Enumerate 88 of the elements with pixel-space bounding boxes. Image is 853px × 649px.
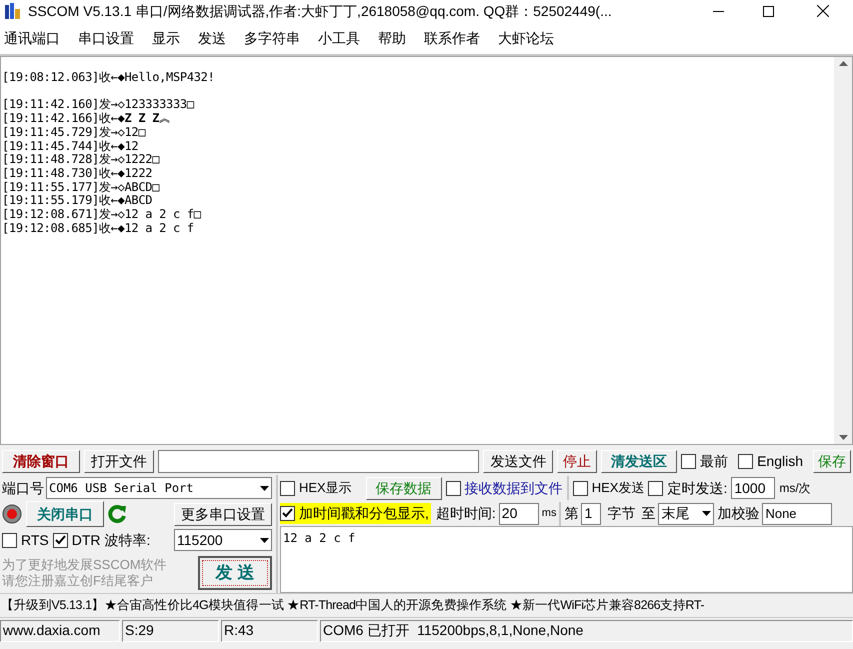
log-line: [19:12:08.671]发→◇12 a 2 c f□ [2,208,202,222]
log-line: [19:11:45.729]发→◇12□ [2,126,146,140]
checkbox-label: RTS [21,530,49,550]
scrollbar[interactable] [834,57,852,444]
checkbox[interactable] [2,532,17,548]
scroll-down-icon[interactable] [838,435,848,440]
to-select[interactable]: 末尾 [658,502,714,524]
baud-select[interactable]: 115200 [174,529,272,551]
stop-button[interactable]: 停止 [557,450,598,472]
log-line: [19:08:12.063]收←◆Hello,MSP432! [2,71,216,85]
checkbox[interactable] [648,480,664,496]
close-port-button[interactable]: 关闭串口 [26,501,104,527]
menu-item[interactable]: 发送 [198,28,226,48]
clear-window-button[interactable]: 清除窗口 [2,450,80,472]
log-line: [19:11:42.166]收←◆Z Z Z︽ [2,112,172,126]
clear-send-button[interactable]: 清发送区 [601,450,678,472]
port-select[interactable]: COM6 USB Serial Port [46,477,272,499]
log-line: [19:12:08.685]收←◆12 a 2 c f [2,222,195,236]
log-line: [19:11:55.179]收←◆ABCD [2,194,154,208]
menu-item[interactable]: 通讯端口 [4,28,60,48]
log-line: [19:11:42.160]发→◇123333333□ [2,98,195,112]
menu-item[interactable]: 联系作者 [424,28,480,48]
to-label: 至 [641,504,656,523]
checkbox[interactable] [446,480,461,496]
timeout-field[interactable]: 20 [498,502,539,524]
ticker-text: 【升级到V5.13.1】★合宙高性价比4G模块值得一试 ★RT-Thread中国人的开源免费操作系统 ★新一代WiFi芯片兼容8266支持RT- [0,597,704,614]
checkbox-label: English [757,452,803,471]
status-led-icon [2,504,22,524]
checksum-select[interactable]: None [762,502,832,524]
checkbox-label: 最前 [700,452,728,470]
checkbox[interactable] [52,532,68,548]
send-text-area[interactable]: 12 a 2 c f [280,526,853,593]
save-data-button[interactable]: 保存数据 [366,476,442,500]
log-line: [19:11:48.730]收←◆1222 [2,166,154,181]
interval-unit: ms/次 [779,480,811,497]
log-line: [19:11:55.177]发→◇ABCD□ [2,180,160,194]
notice-text: 为了更好地发展SSCOM软件 [2,557,167,573]
menu-item[interactable]: 多字符串 [244,28,300,48]
scroll-up-icon[interactable] [838,61,848,66]
port-label: 端口号 [2,478,44,498]
checkbox-label: 加时间戳和分包显示, [299,504,429,523]
byte-label: 字节 [607,504,636,523]
save-button[interactable]: 保存 [813,450,851,472]
status-field: S:29 [122,620,219,642]
status-field: R:43 [221,620,318,642]
checkbox-label: HEX发送 [592,479,644,498]
open-file-button[interactable]: 打开文件 [84,450,154,472]
menu-item[interactable]: 小工具 [318,28,360,48]
menu-item[interactable]: 帮助 [378,28,406,48]
send-file-button[interactable]: 发送文件 [483,450,554,472]
dropdown-caret-icon [260,538,269,542]
log-line: [19:11:45.744]收←◆12 [2,140,140,154]
window-title: SSCOM V5.13.1 串口/网络数据调试器,作者:大虾丁丁,2618058@qq.com. QQ群：52502449(... [28,2,612,21]
maximize-icon [762,6,774,16]
checkbox-label: 定时发送: [667,478,728,498]
checkbox[interactable] [280,480,295,496]
more-settings-button[interactable]: 更多串口设置 [174,502,272,526]
checkbox-label: DTR [72,530,101,550]
checkbox[interactable] [572,480,588,496]
timeout-unit: ms [542,506,556,522]
notice-text: 请您注册嘉立创F结尾客户 [2,573,154,589]
app-icon [4,2,22,20]
from-label: 第 [564,504,578,523]
baud-label: 波特率: [104,530,150,550]
check-icon [282,508,293,519]
checkbox[interactable] [280,506,295,521]
checkbox-label: HEX显示 [299,479,352,498]
minimize-icon [712,10,724,12]
checksum-label: 加校验 [717,504,760,523]
log-line: [19:11:48.728]发→◇1222□ [2,153,160,167]
menu-item[interactable]: 显示 [152,28,180,48]
checkbox[interactable] [681,454,696,468]
refresh-icon[interactable] [108,504,128,524]
from-field[interactable]: 1 [581,502,602,524]
menu-item[interactable]: 大虾论坛 [498,28,554,48]
dropdown-caret-icon [260,486,269,490]
check-icon [54,534,66,546]
timeout-label: 超时时间: [436,504,496,523]
checkbox-label: 接收数据到文件 [464,478,563,498]
status-field: www.daxia.com [0,620,120,642]
menu-item[interactable]: 串口设置 [78,28,134,48]
interval-field[interactable]: 1000 [731,477,776,499]
file-path-field[interactable] [158,450,480,472]
dropdown-caret-icon [702,511,712,516]
close-icon [817,5,829,17]
status-field: COM6 已打开 115200bps,8,1,None,None [320,620,853,642]
checkbox[interactable] [738,454,754,468]
send-button[interactable]: 发 送 [198,556,272,590]
